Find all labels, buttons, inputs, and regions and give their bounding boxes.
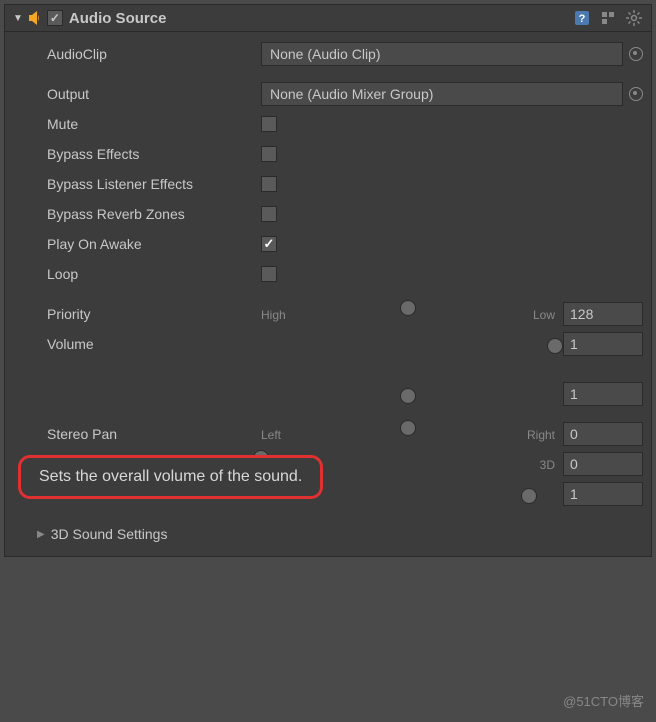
component-title: Audio Source <box>69 10 573 27</box>
play-on-awake-label: Play On Awake <box>17 236 261 252</box>
bypass-listener-checkbox[interactable] <box>261 176 277 192</box>
reverb-zone-thumb[interactable] <box>521 488 537 504</box>
foldout-icon[interactable]: ▼ <box>13 13 23 24</box>
priority-left-label: High <box>261 308 286 322</box>
loop-checkbox[interactable] <box>261 266 277 282</box>
stereo-pan-field[interactable] <box>563 422 643 446</box>
stereo-pan-label: Stereo Pan <box>17 426 261 442</box>
audioclip-field[interactable]: None (Audio Clip) <box>261 42 623 66</box>
bypass-listener-label: Bypass Listener Effects <box>17 176 261 192</box>
audioclip-picker-icon[interactable] <box>629 47 643 61</box>
loop-label: Loop <box>17 266 261 282</box>
spatial-blend-field[interactable] <box>563 452 643 476</box>
reverb-zone-field[interactable] <box>563 482 643 506</box>
spatial-right-label: 3D <box>540 458 555 472</box>
stereo-right-label: Right <box>527 428 555 442</box>
mute-label: Mute <box>17 116 261 132</box>
priority-thumb[interactable] <box>400 300 416 316</box>
stereo-pan-thumb[interactable] <box>400 420 416 436</box>
bypass-reverb-label: Bypass Reverb Zones <box>17 206 261 222</box>
chevron-right-icon: ▶ <box>37 529 45 540</box>
volume-label: Volume <box>17 336 261 352</box>
mute-checkbox[interactable] <box>261 116 277 132</box>
audioclip-label: AudioClip <box>17 46 261 62</box>
bypass-effects-label: Bypass Effects <box>17 146 261 162</box>
component-header: ▼ Audio Source ? <box>5 5 651 32</box>
tooltip: Sets the overall volume of the sound. <box>18 455 323 499</box>
3d-sound-settings-header[interactable]: ▶ 3D Sound Settings <box>17 520 643 548</box>
bypass-reverb-checkbox[interactable] <box>261 206 277 222</box>
enabled-checkbox[interactable] <box>47 10 63 26</box>
preset-icon[interactable] <box>599 9 617 27</box>
help-icon[interactable]: ? <box>573 9 591 27</box>
priority-right-label: Low <box>533 308 555 322</box>
svg-text:?: ? <box>579 13 586 25</box>
output-picker-icon[interactable] <box>629 87 643 101</box>
priority-label: Priority <box>17 306 261 322</box>
priority-field[interactable] <box>563 302 643 326</box>
gear-icon[interactable] <box>625 9 643 27</box>
stereo-left-label: Left <box>261 428 281 442</box>
volume-field[interactable] <box>563 332 643 356</box>
speaker-icon <box>27 10 43 26</box>
pitch-field[interactable] <box>563 382 643 406</box>
bypass-effects-checkbox[interactable] <box>261 146 277 162</box>
watermark: @51CTO博客 <box>563 691 644 710</box>
3d-sound-settings-label: 3D Sound Settings <box>51 526 168 542</box>
pitch-thumb[interactable] <box>400 388 416 404</box>
volume-thumb[interactable] <box>547 338 563 354</box>
output-field[interactable]: None (Audio Mixer Group) <box>261 82 623 106</box>
play-on-awake-checkbox[interactable] <box>261 236 277 252</box>
output-label: Output <box>17 86 261 102</box>
